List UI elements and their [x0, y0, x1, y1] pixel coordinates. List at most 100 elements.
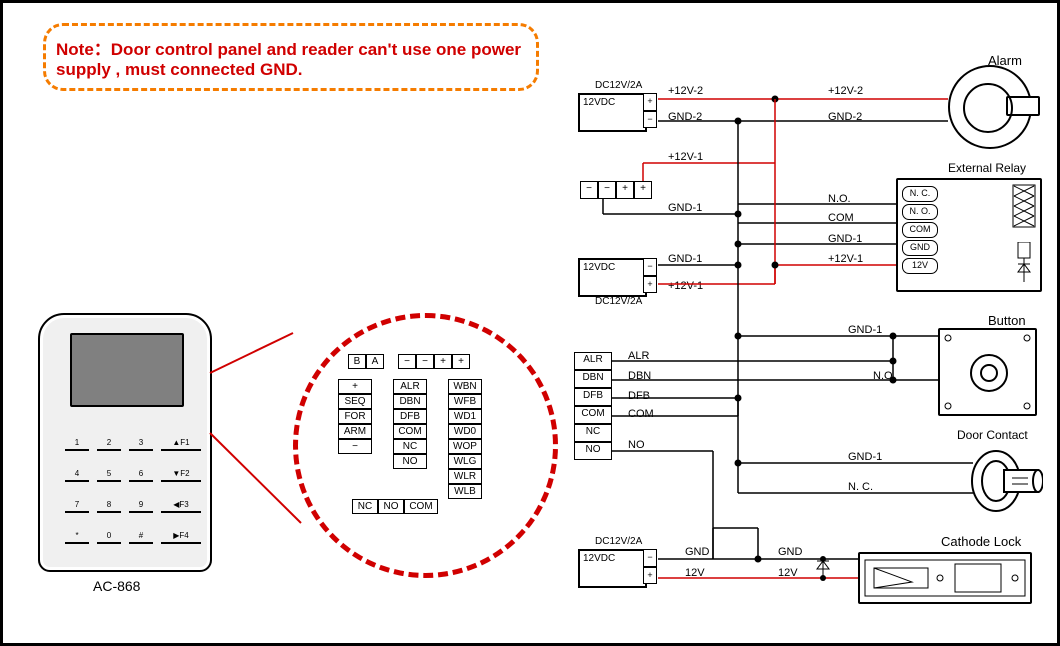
- button-box: [938, 328, 1037, 416]
- key-6: 6: [129, 456, 153, 482]
- key-f2: ▼F2: [161, 456, 201, 482]
- wl-gnd1-dc: GND-1: [848, 451, 882, 463]
- relay-pin-gnd: GND: [902, 240, 938, 256]
- term-row-neg1: −: [580, 181, 598, 199]
- wl-nc-dc: N. C.: [848, 481, 873, 493]
- psu-mid-pos: +: [643, 276, 657, 293]
- key-7: 7: [65, 487, 89, 513]
- term-a: A: [366, 354, 384, 369]
- wl-p12v1-b: +12V-1: [668, 280, 703, 292]
- key-5: 5: [97, 456, 121, 482]
- psu-mid-label: 12VDC: [580, 260, 645, 275]
- term-nc2: NC: [352, 499, 378, 514]
- note-box: Note：Door control panel and reader can't…: [43, 23, 539, 91]
- relay-pin-com: COM: [902, 222, 938, 238]
- term-arm: ARM: [338, 424, 372, 439]
- wl-alr: ALR: [628, 350, 649, 362]
- door-contact-icon: [968, 446, 1043, 521]
- term-plus: +: [338, 379, 372, 394]
- wl-gnd1-btn: GND-1: [848, 324, 882, 336]
- term-dbn: DBN: [393, 394, 427, 409]
- term-row-neg2: −: [598, 181, 616, 199]
- wl-no2: NO: [628, 439, 645, 451]
- term-wfb: WFB: [448, 394, 482, 409]
- relay-pin-nc: N. C.: [902, 186, 938, 202]
- psu-top-label: 12VDC: [580, 95, 645, 110]
- psu-mid-neg: −: [643, 258, 657, 276]
- wl-dbn: DBN: [628, 370, 651, 382]
- term-seq: SEQ: [338, 394, 372, 409]
- blk-no: NO: [574, 442, 612, 460]
- wl-gnd1-b: GND-1: [668, 253, 702, 265]
- key-4: 4: [65, 456, 89, 482]
- wl-gnd2-l: GND-2: [668, 111, 702, 123]
- term-neg2: −: [416, 354, 434, 369]
- term-wlr: WLR: [448, 469, 482, 484]
- term-row-pos2: +: [634, 181, 652, 199]
- wl-gnd1-a: GND-1: [668, 202, 702, 214]
- wl-gnd2-r: GND-2: [828, 111, 862, 123]
- relay-box: N. C. N. O. COM GND 12V: [896, 178, 1042, 292]
- term-dfb: DFB: [393, 409, 427, 424]
- term-b: B: [348, 354, 366, 369]
- wl-12v-lock: 12V: [685, 567, 705, 579]
- blk-nc: NC: [574, 424, 612, 442]
- term-pos1: +: [434, 354, 452, 369]
- key-f1: ▲F1: [161, 425, 201, 451]
- wl-12v-lock2: 12V: [778, 567, 798, 579]
- key-8: 8: [97, 487, 121, 513]
- key-f3: ◀F3: [161, 487, 201, 513]
- wl-no-btn: N.O.: [873, 370, 896, 382]
- door-contact-label: Door Contact: [957, 428, 1028, 442]
- term-wlb: WLB: [448, 484, 482, 499]
- wl-com: COM: [828, 212, 854, 224]
- wl-com2: COM: [628, 408, 654, 420]
- term-com2: COM: [404, 499, 438, 514]
- controller-label: AC-868: [93, 578, 140, 594]
- key-0: 0: [97, 518, 121, 544]
- psu-top-rating: DC12V/2A: [595, 80, 642, 91]
- term-no: NO: [393, 454, 427, 469]
- term-wop: WOP: [448, 439, 482, 454]
- button-label: Button: [988, 313, 1026, 328]
- wl-gnd-lock2: GND: [778, 546, 802, 558]
- term-row-pos1: +: [616, 181, 634, 199]
- relay-label: External Relay: [948, 161, 1026, 175]
- wl-gnd1-c: GND-1: [828, 233, 862, 245]
- key-hash: #: [129, 518, 153, 544]
- lock-label: Cathode Lock: [941, 534, 1021, 549]
- term-nc: NC: [393, 439, 427, 454]
- wl-p12v1-top: +12V-1: [668, 151, 703, 163]
- psu-mid-rating: DC12V/2A: [595, 296, 642, 307]
- wl-p12v1-c: +12V-1: [828, 253, 863, 265]
- psu-lock-neg: −: [643, 549, 657, 567]
- wl-dfb: DFB: [628, 390, 650, 402]
- wl-p12v2-r: +12V-2: [828, 85, 863, 97]
- relay-pin-no: N. O.: [902, 204, 938, 220]
- wl-p12v2-l: +12V-2: [668, 85, 703, 97]
- psu-lock: 12VDC: [578, 549, 647, 588]
- key-star: *: [65, 518, 89, 544]
- term-wbn: WBN: [448, 379, 482, 394]
- key-1: 1: [65, 425, 89, 451]
- term-wd0: WD0: [448, 424, 482, 439]
- psu-top-pos: +: [643, 93, 657, 111]
- key-f4: ▶F4: [161, 518, 201, 544]
- psu-lock-pos: +: [643, 567, 657, 584]
- term-for: FOR: [338, 409, 372, 424]
- term-neg1: −: [398, 354, 416, 369]
- keypad: 1 2 3 ▲F1 4 5 6 ▼F2 7 8 9 ◀F3 * 0 # ▶F4: [65, 425, 201, 544]
- key-3: 3: [129, 425, 153, 451]
- term-alr: ALR: [393, 379, 427, 394]
- wl-gnd-lock: GND: [685, 546, 709, 558]
- relay-diode-coil: [1012, 242, 1036, 282]
- term-wlg: WLG: [448, 454, 482, 469]
- button-screws: [940, 330, 1035, 414]
- term-no2: NO: [378, 499, 404, 514]
- blk-com: COM: [574, 406, 612, 424]
- lock-box: [858, 552, 1032, 604]
- blk-dbn: DBN: [574, 370, 612, 388]
- key-9: 9: [129, 487, 153, 513]
- psu-top-neg: −: [643, 111, 657, 128]
- wl-no: N.O.: [828, 193, 851, 205]
